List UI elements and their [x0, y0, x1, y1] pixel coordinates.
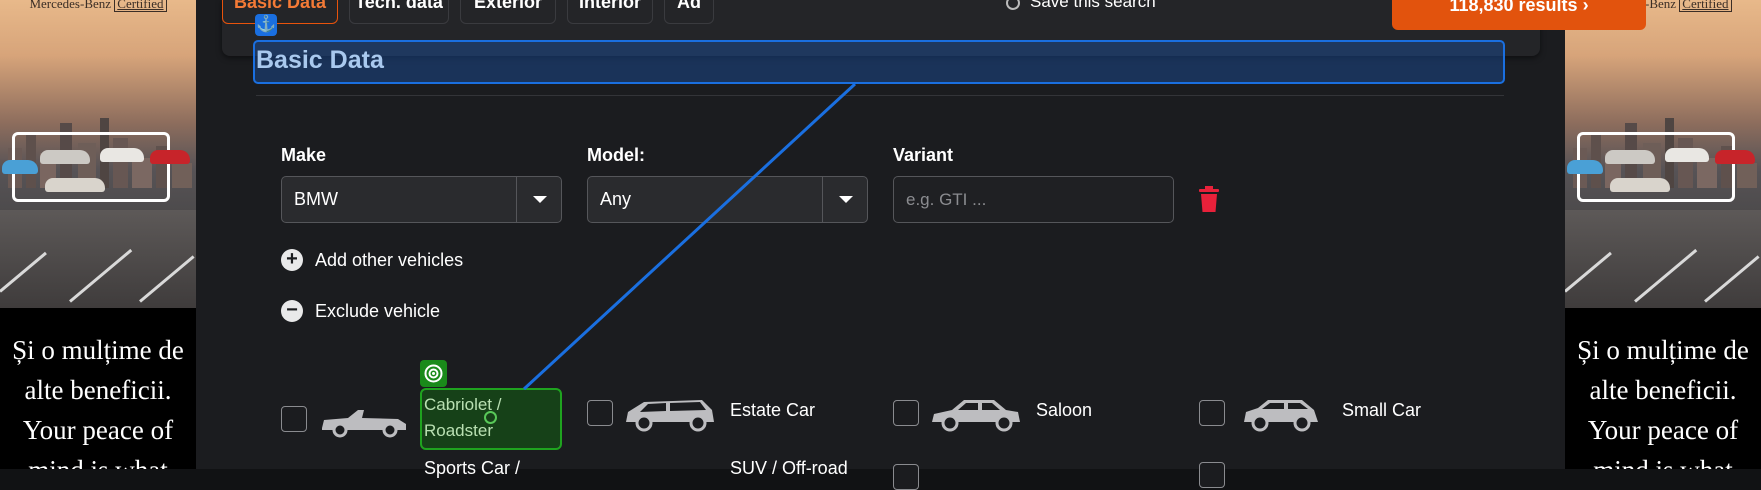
tab-interior[interactable]: Interior: [567, 0, 653, 24]
ad-image: [1565, 0, 1761, 308]
ad-text: Și o mulțime de alte beneficii. Your pea…: [0, 308, 196, 469]
select-separator: [822, 177, 823, 222]
chevron-down-icon: [533, 196, 547, 203]
anchor-icon: ⚓: [255, 14, 277, 36]
small-car-icon: [1244, 400, 1318, 432]
variant-input[interactable]: [893, 176, 1174, 223]
cabriolet-icon: [322, 410, 406, 438]
minus-circle-icon: −: [281, 300, 303, 322]
car-image: [1610, 178, 1670, 192]
tab-tech-data[interactable]: Tech. data: [349, 0, 449, 24]
estate-car-icon: [626, 400, 714, 432]
make-value: BMW: [294, 189, 338, 209]
chevron-down-icon: [839, 196, 853, 203]
car-image: [1567, 160, 1603, 174]
car-image: [40, 150, 90, 164]
cabriolet-label[interactable]: Cabriolet / Roadster: [424, 392, 524, 444]
section-title: Basic Data: [256, 46, 384, 74]
select-separator: [516, 177, 517, 222]
ad-brand: Mercedes-Benz Certified: [0, 0, 196, 12]
car-image: [100, 148, 144, 162]
tab-basic-data[interactable]: Basic Data: [222, 0, 338, 24]
divider: [256, 95, 1504, 96]
car-image: [1605, 150, 1655, 164]
results-label: 118,830 results: [1449, 0, 1578, 15]
variant-label: Variant: [893, 145, 954, 165]
add-other-vehicles-label: Add other vehicles: [315, 250, 464, 270]
model-select[interactable]: Any: [587, 176, 868, 223]
car-image: [1715, 150, 1755, 164]
car-image: [1665, 148, 1709, 162]
car-image: [45, 178, 105, 192]
make-select[interactable]: BMW: [281, 176, 562, 223]
plus-circle-icon: +: [281, 249, 303, 271]
exclude-vehicle-label: Exclude vehicle: [315, 301, 441, 321]
model-label: Model:: [587, 145, 645, 165]
tab-exterior[interactable]: Exterior: [460, 0, 556, 24]
small-car-label[interactable]: Small Car: [1342, 400, 1421, 421]
make-label: Make: [281, 145, 327, 165]
saloon-checkbox[interactable]: [893, 400, 919, 426]
tab-ad[interactable]: Ad: [664, 0, 714, 24]
chevron-right-icon: ›: [1582, 0, 1589, 15]
save-search-icon: [1006, 0, 1020, 10]
car-image: [150, 150, 190, 164]
cabriolet-checkbox[interactable]: [281, 406, 307, 432]
small-car-checkbox[interactable]: [1199, 400, 1225, 426]
saloon-icon: [932, 400, 1020, 432]
estate-car-label[interactable]: Estate Car: [730, 400, 815, 421]
parking-lot: [0, 210, 196, 308]
checkbox[interactable]: [893, 464, 919, 490]
car-image: [2, 160, 38, 174]
ad-image: [0, 0, 196, 308]
ad-banner-right[interactable]: Mercedes-Benz Certified Și o mulțime de …: [1565, 0, 1761, 469]
cursor-marker: [484, 411, 497, 424]
trash-icon[interactable]: [1198, 186, 1220, 212]
target-icon: [420, 360, 447, 387]
estate-car-checkbox[interactable]: [587, 400, 613, 426]
save-search-label: Save this search: [1030, 0, 1156, 11]
model-value: Any: [600, 189, 632, 209]
ad-banner-left[interactable]: Mercedes-Benz Certified Și o mulțime de …: [0, 0, 196, 469]
parking-lot: [1565, 210, 1761, 308]
save-search-button[interactable]: Save this search: [1006, 0, 1156, 12]
ad-text: Și o mulțime de alte beneficii. Your pea…: [1565, 308, 1761, 469]
results-button[interactable]: 118,830 results ›: [1392, 0, 1646, 30]
selection-highlight: [253, 40, 1505, 84]
checkbox[interactable]: [1199, 462, 1225, 488]
saloon-label[interactable]: Saloon: [1036, 400, 1092, 421]
